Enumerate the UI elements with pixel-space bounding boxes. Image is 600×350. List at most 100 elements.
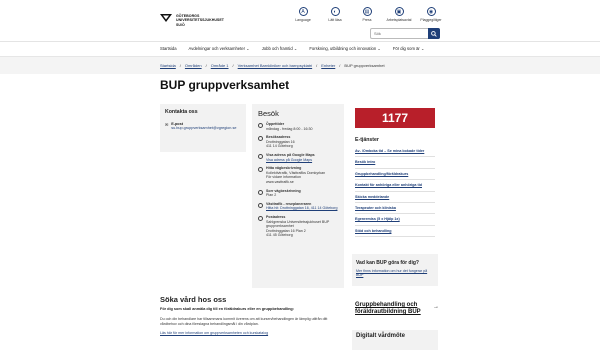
signpost-icon xyxy=(258,189,263,195)
visit-item-directions: Hitta vägbeskrivning Kollektivtrafik, Vä… xyxy=(258,166,338,184)
e-service-link[interactable]: Stöd och behandling xyxy=(355,226,435,238)
e-service-link[interactable]: Gruppbehandling/föräldrakurs xyxy=(355,169,435,181)
utility-label: Press xyxy=(362,18,372,22)
visit-item-address: Besöksadress Drottninggatan 16 411 14 Gö… xyxy=(258,135,338,149)
search-icon xyxy=(431,30,437,37)
e-service-link[interactable]: Av- /Ombokа tid – Se mina bokade tider xyxy=(355,146,435,158)
site-logo[interactable]: GÖTEBORGS UNIVERSITETSSJUKHUSET SU/Ö xyxy=(160,14,236,27)
breadcrumb-link[interactable]: Område 1 xyxy=(211,63,229,68)
arrow-right-icon: → xyxy=(433,304,439,310)
nav-item-for-dig[interactable]: För dig som är ⌄ xyxy=(393,46,425,51)
email-link[interactable]: su.bup.gruppverksamhet@vgregion.se xyxy=(171,126,236,130)
google-maps-link[interactable]: Visa adress på Google Maps xyxy=(266,158,315,163)
map-icon xyxy=(258,153,263,159)
visit-item-line: Drottninggatan 16 xyxy=(266,139,295,144)
nav-item-jobb[interactable]: Jobb och framtid ⌄ xyxy=(262,46,298,51)
utility-press[interactable]: ▤ Press xyxy=(356,7,378,22)
seek-care-link[interactable]: Läs här för mer information om gruppverk… xyxy=(160,331,340,335)
visit-item-line: www.vasttrafik.se xyxy=(266,179,294,184)
breadcrumb-link[interactable]: Enheter xyxy=(321,63,335,68)
what-can-bup-title: Vad kan BUP göra för dig? xyxy=(356,260,419,266)
contact-title: Kontakta oss xyxy=(165,109,198,115)
breadcrumb-current: BUP gruppverksamhet xyxy=(344,63,385,68)
main-nav: Startsida Avdelningar och verksamheter ⌄… xyxy=(160,46,425,51)
utility-label: Lätt läsa xyxy=(328,18,342,22)
search-button[interactable] xyxy=(428,28,440,39)
visit-item-line: gruppverksamhet xyxy=(266,224,294,229)
utility-dashboard[interactable]: ◉ Plaggegiltiger xyxy=(420,7,442,22)
handbook-icon: ▣ xyxy=(394,7,404,16)
mail-icon: ✉ xyxy=(165,123,169,127)
breadcrumb-link[interactable]: Startsida xyxy=(160,63,176,68)
digital-visit-box[interactable]: Digitalt vårdmöte xyxy=(352,330,438,350)
bus-icon xyxy=(258,202,263,208)
breadcrumb-separator: / xyxy=(232,63,234,68)
breadcrumb-link[interactable]: Områden xyxy=(185,63,202,68)
seek-care-text: Du och din behandlare har tillsammans ko… xyxy=(160,317,328,326)
what-can-bup-box: Vad kan BUP göra för dig? Mer finns info… xyxy=(352,254,438,286)
visit-item-line: 411 45 Göteborg xyxy=(266,233,293,238)
contact-email-row: ✉ E-post su.bup.gruppverksamhet@vgregion… xyxy=(160,115,246,130)
pin-icon xyxy=(258,136,263,142)
visit-box: Besök Öppettider måndag - fredag 8:00 - … xyxy=(252,104,344,288)
contact-box: Kontakta oss ✉ E-post su.bup.gruppverksa… xyxy=(160,104,246,152)
1177-badge[interactable]: 1177 xyxy=(355,108,435,128)
logo-mark-icon xyxy=(160,14,172,22)
visit-item-postal: Postadress Sahlgrenska Universitetssjukh… xyxy=(258,215,338,238)
e-service-link[interactable]: Besök intro xyxy=(355,157,435,169)
visit-item-line: Kollektivtrafik, Västtrafiks Domkyrkan xyxy=(266,170,326,175)
breadcrumb: Startsida / Områden / Område 1/ Verksamhet… xyxy=(160,63,385,68)
visit-item-line: Sahlgrenska Universitetssjukhuset BUP xyxy=(266,219,330,224)
utility-links: A Language ◐ Lätt läsa ▤ Press ▣ Arbetsp… xyxy=(292,7,442,22)
what-can-bup-link[interactable]: Mer finns information om hur det fungera… xyxy=(356,269,434,278)
visit-item-line: 411 14 Göteborg xyxy=(266,144,293,149)
utility-label: Language xyxy=(295,18,311,22)
book-icon: ▤ xyxy=(362,7,372,16)
visit-item-map: Visa adress på Google Maps Visa adress p… xyxy=(258,153,338,162)
sign-icon xyxy=(258,167,263,173)
visit-item-line: Plan 2 xyxy=(266,193,277,198)
nav-item-avdelningar[interactable]: Avdelningar och verksamheter ⌄ xyxy=(189,46,250,51)
visit-title: Besök xyxy=(258,109,279,118)
mail-icon xyxy=(258,215,263,221)
utility-label: Arbetsplatsavtal xyxy=(386,18,412,22)
page-title: BUP gruppverksamhet xyxy=(160,78,290,92)
ear-icon: ◐ xyxy=(330,7,340,16)
utility-label: Plaggegiltiger xyxy=(420,18,442,22)
seek-care-title: Söka vård hos oss xyxy=(160,295,227,304)
group-treatment-link[interactable]: Gruppbehandling och föräldrautbildning B… xyxy=(355,302,439,316)
translate-icon: A xyxy=(298,7,308,16)
logo-line-3: SU/Ö xyxy=(176,22,185,27)
e-service-link[interactable]: Terapeuter och kliniska xyxy=(355,203,435,215)
visit-item-floor: Sorr vägbeskrivning Plan 2 xyxy=(258,189,338,198)
breadcrumb-link[interactable]: Verksamhet Barnkliniker och barnpsykiatr… xyxy=(238,63,312,68)
transit-planner-link[interactable]: Hitta hit: Drottninggatan 16, 411 14 Göt… xyxy=(266,206,337,211)
e-service-link[interactable]: Egenremiss (5 x Hjälp 1x) xyxy=(355,214,435,226)
visit-item-hours: Öppettider måndag - fredag 8:00 - 16:30 xyxy=(258,122,338,131)
e-service-link[interactable]: Skicka meddelande xyxy=(355,192,435,204)
seek-care-intro: För dig som skall anmäla dig till en för… xyxy=(160,307,294,311)
breadcrumb-separator: / xyxy=(179,63,181,68)
visit-item-title: Visa adress på Google Maps xyxy=(266,152,315,157)
dashboard-icon: ◉ xyxy=(426,7,436,16)
e-services-title: E-tjänster xyxy=(355,137,379,143)
visit-item-transit: Västtrafik - reseplaneraren Hitta hit: D… xyxy=(258,202,338,211)
e-service-link[interactable]: Kontakt för anhöriga eller anhöriga tid xyxy=(355,180,435,192)
clock-icon xyxy=(258,123,263,128)
group-treatment-link-block: Gruppbehandling och föräldrautbildning B… xyxy=(355,302,439,316)
nav-item-startsida[interactable]: Startsida xyxy=(160,46,177,51)
visit-item-line: För vidare information xyxy=(266,175,301,180)
utility-workplace[interactable]: ▣ Arbetsplatsavtal xyxy=(386,7,412,22)
site-header: GÖTEBORGS UNIVERSITETSSJUKHUSET SU/Ö A L… xyxy=(0,0,600,42)
e-services: E-tjänster Av- /Ombokа tid – Se mina bok… xyxy=(355,137,435,238)
breadcrumb-separator: / xyxy=(316,63,318,68)
logo-text: GÖTEBORGS UNIVERSITETSSJUKHUSET SU/Ö xyxy=(176,14,236,27)
nav-item-forskning[interactable]: Forskning, utbildning och innovation ⌄ xyxy=(309,46,380,51)
utility-easy-read[interactable]: ◐ Lätt läsa xyxy=(324,7,346,22)
breadcrumb-separator: / xyxy=(339,63,341,68)
digital-visit-title: Digitalt vårdmöte xyxy=(356,333,406,339)
visit-item-line: Drottninggatan 16 Plan 2 xyxy=(266,228,306,233)
visit-item-line: måndag - fredag 8:00 - 16:30 xyxy=(266,126,313,131)
utility-language[interactable]: A Language xyxy=(292,7,314,22)
breadcrumb-separator: / xyxy=(205,63,207,68)
